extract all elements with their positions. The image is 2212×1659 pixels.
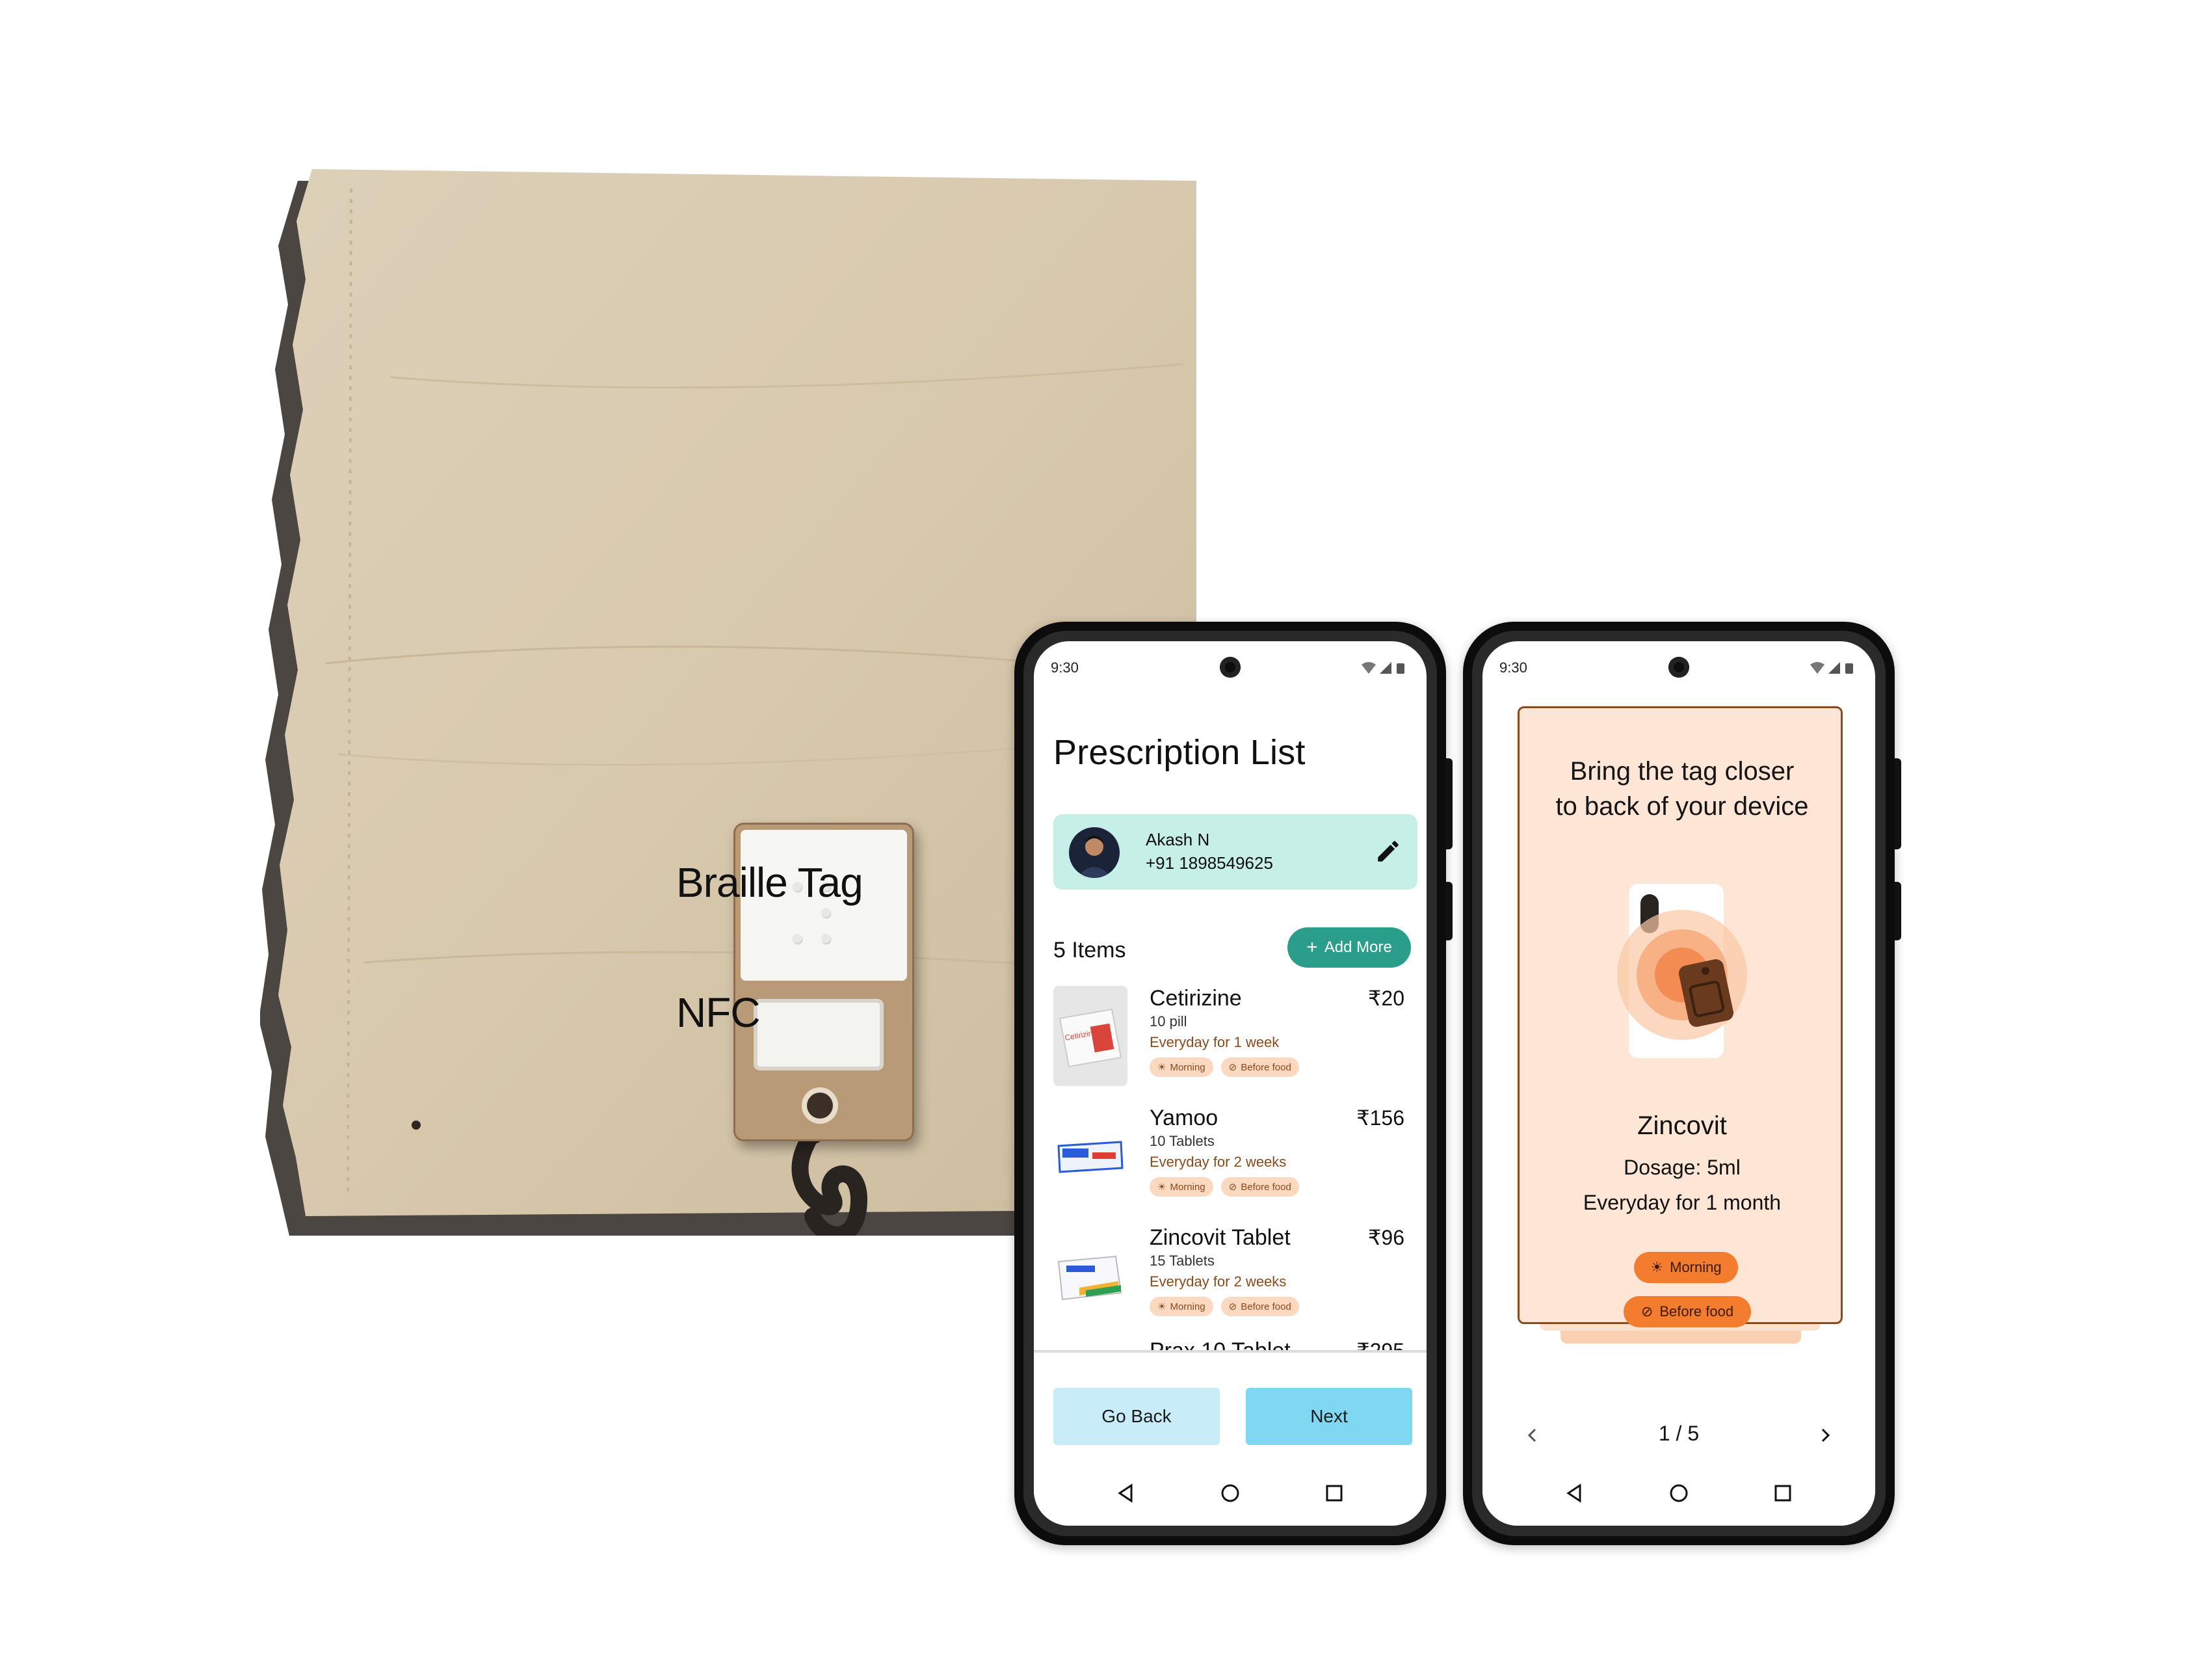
list-divider bbox=[1034, 1350, 1427, 1353]
drug-frequency: Everyday for 1 month bbox=[1583, 1191, 1782, 1214]
chip-morning: ☀ Morning bbox=[1634, 1252, 1738, 1283]
chip-morning: ☀ Morning bbox=[1150, 1177, 1213, 1197]
nfc-label: NFC bbox=[676, 989, 761, 1036]
go-back-button[interactable]: Go Back bbox=[1053, 1388, 1220, 1445]
home-circle-icon[interactable] bbox=[1667, 1481, 1691, 1505]
sun-icon: ☀ bbox=[1157, 1182, 1166, 1193]
android-nav-bar bbox=[1034, 1454, 1427, 1526]
medicine-quantity: 15 Tablets bbox=[1150, 1253, 1215, 1269]
power-button bbox=[1895, 758, 1901, 849]
medicine-chips: ☀ Morning ⊘ Before food bbox=[1150, 1297, 1299, 1316]
back-triangle-icon[interactable] bbox=[1563, 1481, 1587, 1505]
chip-before-food: ⊘ Before food bbox=[1220, 1177, 1299, 1197]
medicine-schedule: Everyday for 2 weeks bbox=[1150, 1154, 1287, 1170]
battery-icon bbox=[1845, 663, 1853, 674]
add-more-button[interactable]: + Add More bbox=[1287, 927, 1411, 968]
home-circle-icon[interactable] bbox=[1218, 1481, 1242, 1505]
battery-icon bbox=[1397, 663, 1404, 674]
medicine-quantity: 10 pill bbox=[1150, 1013, 1187, 1029]
medicine-thumbnail: Cetirizine bbox=[1053, 986, 1127, 1086]
phone-screen: 9:30 Bring the tag closer to back of you… bbox=[1482, 641, 1875, 1526]
sun-icon: ☀ bbox=[1157, 1062, 1166, 1073]
recents-square-icon[interactable] bbox=[1323, 1481, 1346, 1505]
plus-icon: + bbox=[1306, 936, 1318, 958]
wifi-icon bbox=[1810, 662, 1824, 674]
phone-prescription-list: 9:30 Prescription List Akash N +91 18985… bbox=[1014, 622, 1453, 1545]
sun-icon: ☀ bbox=[1650, 1259, 1664, 1275]
medicine-chips: ☀ Morning ⊘ Before food bbox=[1150, 1057, 1299, 1077]
medicine-list[interactable]: Cetirizine Cetirizine ₹20 10 pill Everyd… bbox=[1034, 986, 1427, 1350]
back-triangle-icon[interactable] bbox=[1114, 1481, 1138, 1505]
phone-screen: 9:30 Prescription List Akash N +91 18985… bbox=[1034, 641, 1427, 1526]
signal-icon bbox=[1380, 662, 1391, 674]
medicine-price: ₹20 bbox=[1368, 987, 1404, 1010]
list-item[interactable]: Yamoo ₹156 10 Tablets Everyday for 2 wee… bbox=[1034, 1106, 1427, 1225]
chip-morning: ☀ Morning bbox=[1150, 1057, 1213, 1077]
chip-before-food: ⊘ Before food bbox=[1220, 1297, 1299, 1316]
chip-before-food: ⊘ Before food bbox=[1624, 1296, 1751, 1327]
medicine-name: Yamoo bbox=[1150, 1106, 1218, 1130]
phone-scan-tag: 9:30 Bring the tag closer to back of you… bbox=[1463, 622, 1901, 1545]
volume-button bbox=[1895, 882, 1901, 940]
canvas: Braille Tag NFC 9:30 Prescription List A… bbox=[0, 0, 2212, 1659]
no-food-icon: ⊘ bbox=[1228, 1182, 1237, 1193]
medicine-quantity: 10 Tablets bbox=[1150, 1133, 1215, 1149]
nfc-chip bbox=[754, 999, 884, 1070]
medicine-price: ₹156 bbox=[1356, 1106, 1404, 1130]
status-bar: 9:30 bbox=[1482, 641, 1875, 687]
medicine-chips: ☀ Morning ⊘ Before food bbox=[1150, 1177, 1299, 1197]
medicine-thumbnail bbox=[1053, 1106, 1127, 1206]
medicine-name: Zincovit Tablet bbox=[1150, 1225, 1291, 1250]
chip-before-food: ⊘ Before food bbox=[1220, 1057, 1299, 1077]
status-icons bbox=[1362, 662, 1404, 674]
medicine-schedule: Everyday for 1 week bbox=[1150, 1034, 1280, 1050]
patient-card[interactable]: Akash N +91 1898549625 bbox=[1053, 814, 1417, 890]
drug-name: Zincovit bbox=[1637, 1111, 1727, 1140]
patient-name: Akash N bbox=[1146, 830, 1210, 849]
list-item[interactable]: Prax 10 Tablet ₹295 bbox=[1034, 1338, 1427, 1350]
status-bar: 9:30 bbox=[1034, 641, 1427, 687]
medicine-thumbnail bbox=[1053, 1225, 1127, 1325]
tag-hole bbox=[807, 1093, 833, 1119]
status-time: 9:30 bbox=[1051, 659, 1079, 676]
medicine-name: Prax 10 Tablet bbox=[1150, 1338, 1291, 1350]
avatar bbox=[1069, 827, 1120, 878]
pager: 1 / 5 bbox=[1482, 1419, 1875, 1452]
signal-icon bbox=[1828, 662, 1840, 674]
edit-icon[interactable] bbox=[1375, 838, 1402, 865]
medicine-price: ₹96 bbox=[1368, 1226, 1404, 1249]
medicine-schedule: Everyday for 2 weeks bbox=[1150, 1273, 1287, 1290]
page-title: Prescription List bbox=[1053, 733, 1306, 772]
status-time: 9:30 bbox=[1499, 659, 1527, 676]
scan-instruction: Bring the tag closer to back of your dev… bbox=[1555, 757, 1809, 821]
wifi-icon bbox=[1362, 662, 1376, 674]
chevron-left-icon[interactable] bbox=[1521, 1424, 1544, 1446]
recents-square-icon[interactable] bbox=[1771, 1481, 1795, 1505]
front-camera bbox=[1668, 657, 1689, 678]
no-food-icon: ⊘ bbox=[1640, 1303, 1653, 1320]
no-food-icon: ⊘ bbox=[1228, 1301, 1237, 1312]
status-icons bbox=[1810, 662, 1853, 674]
no-food-icon: ⊘ bbox=[1228, 1062, 1237, 1073]
items-count: 5 Items bbox=[1053, 938, 1126, 962]
chevron-right-icon[interactable] bbox=[1814, 1424, 1836, 1446]
list-item[interactable]: Zincovit Tablet ₹96 15 Tablets Everyday … bbox=[1034, 1225, 1427, 1345]
add-more-label: Add More bbox=[1324, 938, 1392, 956]
volume-button bbox=[1446, 882, 1453, 940]
power-button bbox=[1446, 758, 1453, 849]
phone-nfc-illustration bbox=[1617, 884, 1747, 1058]
medicine-name: Cetirizine bbox=[1150, 986, 1242, 1011]
sun-icon: ☀ bbox=[1157, 1301, 1166, 1312]
medicine-price: ₹295 bbox=[1356, 1338, 1404, 1350]
braille-tag-label: Braille Tag bbox=[676, 859, 863, 906]
scan-card: Bring the tag closer to back of your dev… bbox=[1518, 706, 1843, 1327]
front-camera bbox=[1220, 657, 1241, 678]
android-nav-bar bbox=[1482, 1454, 1875, 1526]
list-item[interactable]: Cetirizine Cetirizine ₹20 10 pill Everyd… bbox=[1034, 986, 1427, 1106]
drug-dosage: Dosage: 5ml bbox=[1624, 1156, 1741, 1179]
next-button[interactable]: Next bbox=[1246, 1388, 1412, 1445]
chip-morning: ☀ Morning bbox=[1150, 1297, 1213, 1316]
patient-phone: +91 1898549625 bbox=[1146, 853, 1273, 873]
